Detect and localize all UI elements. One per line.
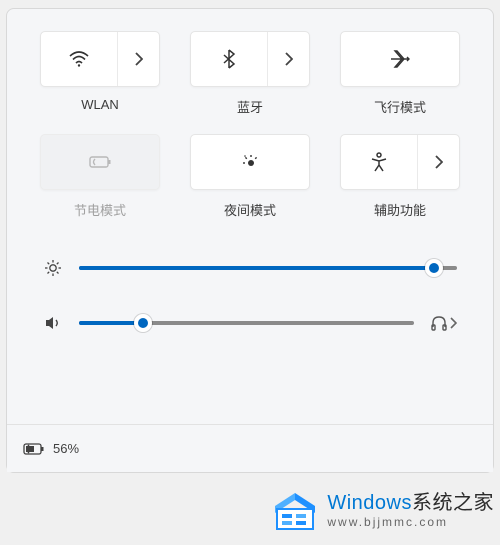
watermark-brand: Windows xyxy=(327,492,412,514)
sliders-area xyxy=(7,219,493,331)
volume-icon[interactable] xyxy=(43,315,63,331)
tile-accessibility[interactable] xyxy=(340,134,460,190)
brightness-fill xyxy=(79,266,434,270)
watermark-line1: Windows系统之家 xyxy=(327,492,494,514)
quick-settings-panel: WLAN 蓝牙 xyxy=(6,8,494,473)
tile-battery-saver-group: 节电模式 xyxy=(39,134,161,219)
night-light-icon xyxy=(240,152,260,172)
tile-battery-saver-label: 节电模式 xyxy=(74,200,126,219)
tile-night-label: 夜间模式 xyxy=(224,200,276,219)
chevron-right-icon xyxy=(135,52,143,66)
tile-bluetooth-label: 蓝牙 xyxy=(237,97,263,116)
tile-wlan-expand[interactable] xyxy=(117,32,159,86)
tile-accessibility-expand[interactable] xyxy=(417,135,459,189)
accessibility-icon xyxy=(370,152,388,172)
volume-thumb[interactable] xyxy=(134,314,152,332)
tile-bluetooth-toggle[interactable] xyxy=(191,32,267,86)
battery-saver-icon xyxy=(87,154,113,170)
brightness-row xyxy=(43,259,457,277)
battery-charging-icon xyxy=(21,442,45,456)
volume-row xyxy=(43,315,457,331)
watermark: Windows系统之家 www.bjjmmc.com xyxy=(271,483,494,539)
tile-accessibility-toggle[interactable] xyxy=(341,135,417,189)
tile-night[interactable] xyxy=(190,134,310,190)
airplane-icon xyxy=(389,49,411,69)
headphones-icon xyxy=(430,315,448,331)
audio-output-button[interactable] xyxy=(430,315,457,331)
tile-bluetooth[interactable] xyxy=(190,31,310,87)
volume-slider[interactable] xyxy=(79,321,414,325)
tile-battery-saver xyxy=(40,134,160,190)
tile-airplane-label: 飞行模式 xyxy=(374,97,426,116)
tile-accessibility-label: 辅助功能 xyxy=(374,200,426,219)
tile-wlan-group: WLAN xyxy=(39,31,161,116)
tiles-grid: WLAN 蓝牙 xyxy=(7,9,493,219)
tile-airplane[interactable] xyxy=(340,31,460,87)
tile-night-group: 夜间模式 xyxy=(189,134,311,219)
tile-wlan-toggle[interactable] xyxy=(41,32,117,86)
chevron-right-icon xyxy=(450,317,457,329)
bottom-bar: 56% xyxy=(7,424,493,472)
battery-percent-text: 56% xyxy=(53,441,79,456)
tile-airplane-group: 飞行模式 xyxy=(339,31,461,116)
tile-bluetooth-group: 蓝牙 xyxy=(189,31,311,116)
chevron-right-icon xyxy=(435,155,443,169)
tile-wlan-label: WLAN xyxy=(81,97,119,112)
tile-accessibility-group: 辅助功能 xyxy=(339,134,461,219)
brightness-icon xyxy=(43,259,63,277)
bluetooth-icon xyxy=(222,49,236,69)
brightness-thumb[interactable] xyxy=(425,259,443,277)
watermark-url: www.bjjmmc.com xyxy=(327,516,494,529)
battery-status[interactable]: 56% xyxy=(21,441,79,456)
watermark-rest: 系统之家 xyxy=(412,492,494,514)
wifi-icon xyxy=(69,51,89,67)
chevron-right-icon xyxy=(285,52,293,66)
brightness-slider[interactable] xyxy=(79,266,457,270)
watermark-text: Windows系统之家 www.bjjmmc.com xyxy=(327,492,494,529)
watermark-logo-icon xyxy=(271,489,319,533)
tile-bluetooth-expand[interactable] xyxy=(267,32,309,86)
tile-wlan[interactable] xyxy=(40,31,160,87)
